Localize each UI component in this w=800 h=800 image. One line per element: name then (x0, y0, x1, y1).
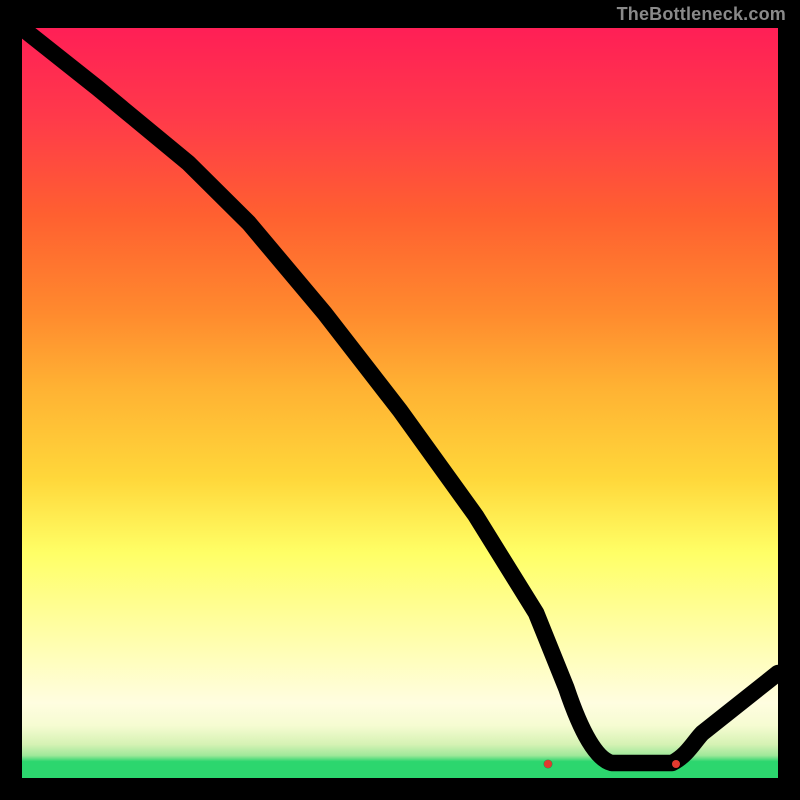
bottleneck-curve (22, 28, 778, 778)
chart-plot-area (22, 28, 778, 778)
chart-stage: TheBottleneck.com (0, 0, 800, 800)
watermark-text: TheBottleneck.com (617, 4, 786, 25)
